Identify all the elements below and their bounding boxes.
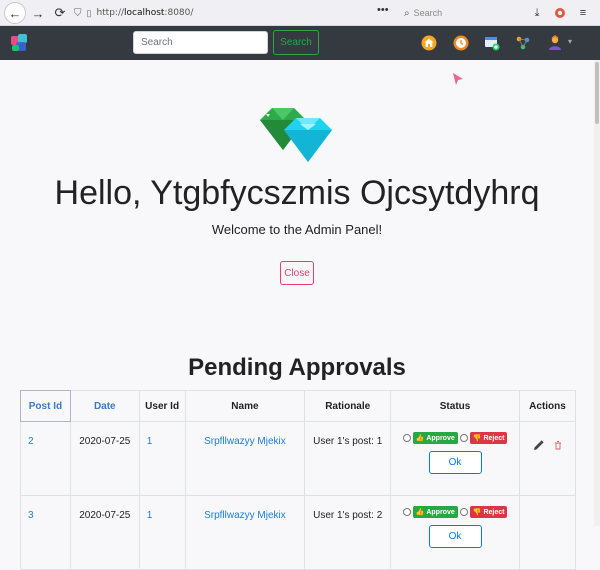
approve-badge: 👍 Approve [412, 506, 458, 518]
reload-button[interactable]: ⟳ [49, 2, 71, 24]
column-header-name: Name [184, 390, 306, 422]
reject-radio[interactable] [459, 508, 468, 516]
user-avatar-icon[interactable] [547, 35, 563, 51]
shield-icon: ⛉ [74, 7, 82, 19]
search-icon: ⌕ [404, 7, 410, 19]
page-actions-menu[interactable]: ••• [377, 4, 389, 16]
ok-button[interactable]: Ok [428, 451, 482, 474]
welcome-subtitle: Welcome to the Admin Panel! [211, 222, 383, 237]
approvals-table: Post Id Date User Id Name Rationale Stat… [20, 390, 576, 570]
browser-toolbar: ← → ⟳ ⛉ ▯ http://localhost:8080/ ••• ⌕ S… [0, 0, 600, 26]
url-text: http://localhost:8080/ [96, 8, 194, 18]
extension-icon[interactable] [551, 4, 569, 22]
scrollbar-thumb[interactable] [595, 62, 599, 124]
app-logo-icon[interactable] [10, 33, 30, 53]
ok-button[interactable]: Ok [428, 525, 482, 548]
browser-search-placeholder: Search [413, 8, 443, 18]
date-cell: 2020-07-25 [69, 421, 140, 496]
approve-radio[interactable] [402, 434, 411, 442]
column-header-actions: Actions [519, 390, 576, 422]
forward-button[interactable]: → [27, 2, 49, 24]
thumbs-up-icon: 👍 [415, 435, 425, 442]
add-window-icon[interactable] [484, 35, 500, 51]
name-link[interactable]: Srpfllwazyy Mjekix [184, 495, 306, 570]
rationale-cell: User 1's post: 1 [304, 421, 392, 496]
page-scrollbar[interactable] [594, 60, 600, 526]
column-header-date[interactable]: Date [69, 390, 140, 422]
pending-approvals-heading: Pending Approvals [188, 354, 406, 381]
search-button[interactable]: Search [273, 30, 319, 55]
actions-cell [519, 495, 576, 570]
column-header-status: Status [390, 390, 520, 422]
table-header-row: Post Id Date User Id Name Rationale Stat… [20, 390, 576, 422]
status-cell: 👍 Approve 👎 Reject Ok [390, 421, 520, 496]
reject-radio[interactable] [459, 434, 468, 442]
hamburger-menu-icon[interactable]: ≡ [574, 4, 592, 22]
name-link[interactable]: Srpfllwazyy Mjekix [184, 421, 306, 496]
column-header-user-id: User Id [138, 390, 186, 422]
post-id-link[interactable]: 3 [20, 495, 71, 570]
delete-icon[interactable] [553, 440, 563, 450]
mouse-cursor-icon [453, 73, 463, 85]
edit-pencil-icon[interactable] [533, 439, 545, 451]
table-row: 3 2020-07-25 1 Srpfllwazyy Mjekix User 1… [20, 495, 576, 570]
search-input[interactable] [133, 31, 268, 54]
thumbs-down-icon: 👎 [472, 509, 482, 516]
browser-search-field[interactable]: ⌕ Search [400, 3, 518, 23]
status-cell: 👍 Approve 👎 Reject Ok [390, 495, 520, 570]
download-icon[interactable]: ⤓ [528, 4, 546, 22]
post-id-link[interactable]: 2 [20, 421, 71, 496]
page-icon: ▯ [86, 7, 92, 18]
user-id-link[interactable]: 1 [138, 421, 186, 496]
gems-illustration [260, 108, 332, 162]
welcome-heading: Hello, Ytgbfycszmis Ojcsytdyhrq [54, 174, 540, 212]
clock-icon[interactable] [453, 35, 469, 51]
approve-radio[interactable] [402, 508, 411, 516]
thumbs-down-icon: 👎 [472, 435, 482, 442]
app-navbar: Search ▾ [0, 26, 600, 60]
network-icon[interactable] [515, 35, 531, 51]
column-header-post-id[interactable]: Post Id [20, 390, 71, 422]
close-button[interactable]: Close [280, 261, 314, 285]
actions-cell [519, 421, 576, 496]
reject-badge: 👎 Reject [469, 432, 508, 444]
user-id-link[interactable]: 1 [138, 495, 186, 570]
chevron-down-icon[interactable]: ▾ [568, 37, 572, 46]
address-bar[interactable]: ⛉ ▯ http://localhost:8080/ [74, 3, 394, 23]
back-button[interactable]: ← [4, 2, 26, 24]
table-row: 2 2020-07-25 1 Srpfllwazyy Mjekix User 1… [20, 421, 576, 496]
column-header-rationale: Rationale [304, 390, 392, 422]
thumbs-up-icon: 👍 [415, 509, 425, 516]
approve-badge: 👍 Approve [412, 432, 458, 444]
reject-badge: 👎 Reject [469, 506, 508, 518]
date-cell: 2020-07-25 [69, 495, 140, 570]
rationale-cell: User 1's post: 2 [304, 495, 392, 570]
home-icon[interactable] [421, 35, 437, 51]
